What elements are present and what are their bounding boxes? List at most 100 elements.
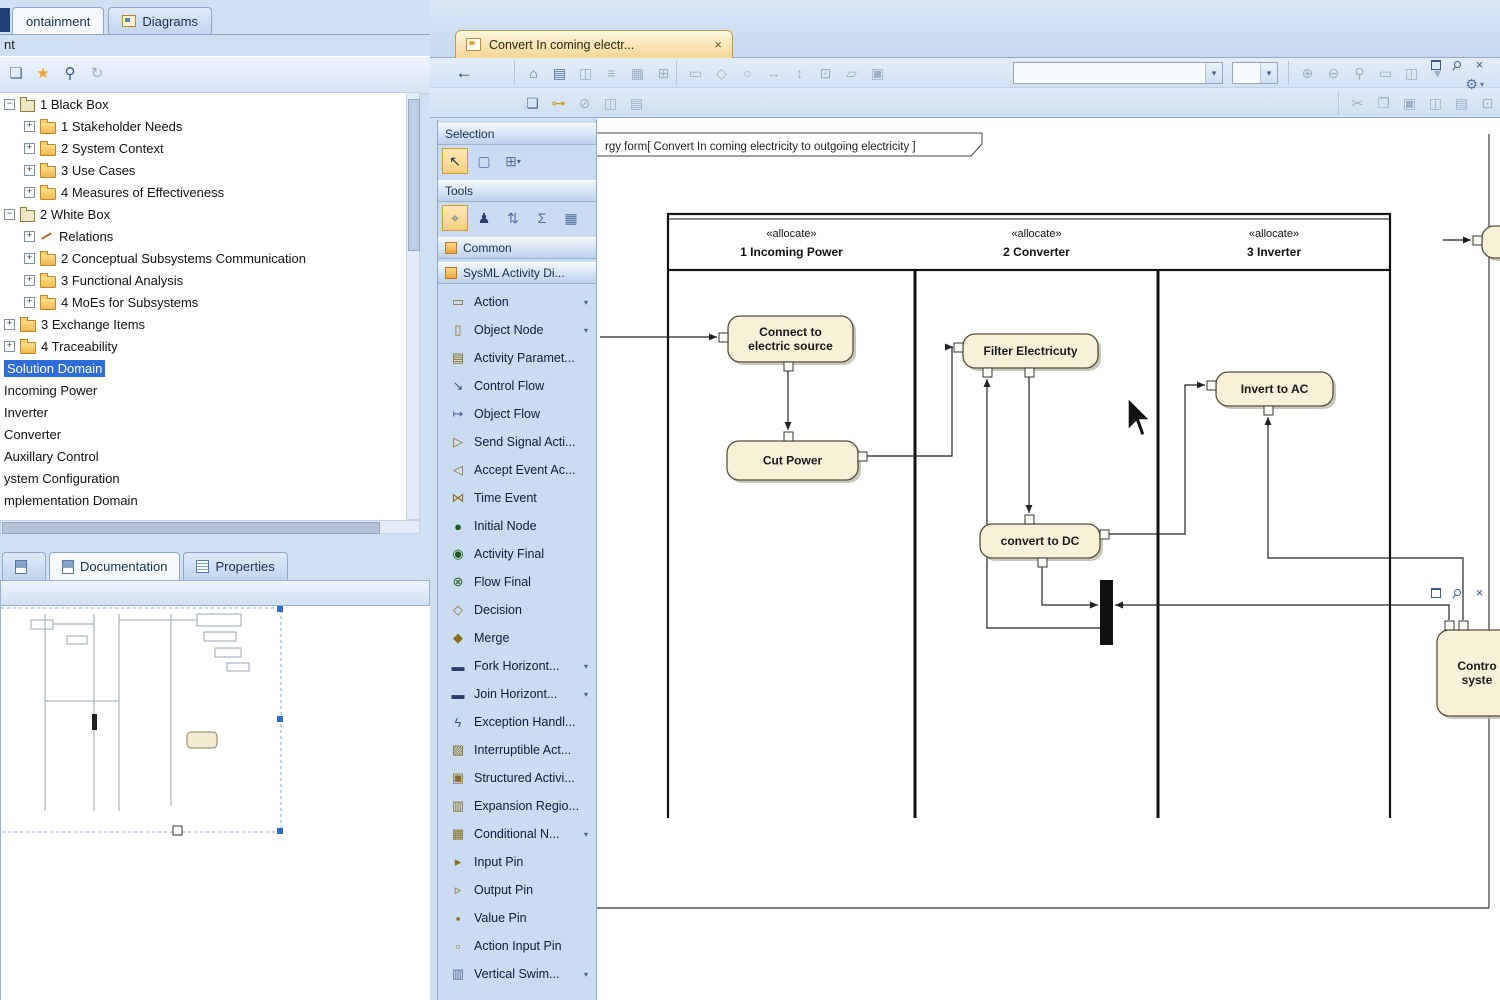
expander-icon[interactable]: + bbox=[24, 297, 35, 308]
pin-connect-bottom[interactable] bbox=[784, 362, 793, 371]
copy-button[interactable]: ❐ bbox=[1372, 92, 1395, 115]
control-flow-convert-to-join[interactable] bbox=[1042, 567, 1098, 605]
expander-icon[interactable]: + bbox=[24, 187, 35, 198]
palette-item-output-pin[interactable]: ▹ Output Pin bbox=[438, 876, 596, 904]
palette-item-expansion-region[interactable]: ▥ Expansion Regio... bbox=[438, 792, 596, 820]
close-panel-icon[interactable]: × bbox=[1473, 58, 1486, 71]
windows-button[interactable]: ◫ bbox=[1400, 62, 1423, 85]
tab-documentation[interactable]: Documentation bbox=[49, 552, 180, 580]
toolbar-button-shape-circle[interactable]: ○ bbox=[736, 62, 759, 85]
chevron-down-icon[interactable]: ▾ bbox=[517, 157, 521, 166]
tree-item[interactable]: Converter bbox=[0, 423, 406, 445]
scrollbar-thumb[interactable] bbox=[2, 522, 380, 534]
chevron-down-icon[interactable]: ▾ bbox=[584, 690, 590, 699]
tree-item[interactable]: Auxillary Control bbox=[0, 445, 406, 467]
expander-icon[interactable]: − bbox=[4, 209, 15, 220]
toolbar-button-resize-v[interactable]: ↕ bbox=[788, 62, 811, 85]
palette-section-sysml-activity[interactable]: SysML Activity Di... bbox=[438, 262, 596, 284]
action-partial-top-right[interactable] bbox=[1482, 226, 1500, 258]
chevron-down-icon[interactable]: ▾ bbox=[584, 830, 590, 839]
style-combo[interactable]: ▾ bbox=[1013, 62, 1223, 84]
pin-connect-left[interactable] bbox=[719, 333, 728, 342]
pin-control-top-a[interactable] bbox=[1445, 621, 1454, 630]
toolbar-button-home[interactable]: ⌂ bbox=[522, 62, 545, 85]
chevron-down-icon[interactable]: ▾ bbox=[584, 970, 590, 979]
chevron-down-icon[interactable]: ▾ bbox=[1205, 63, 1222, 83]
toolbar-button-rows[interactable]: ≡ bbox=[600, 62, 623, 85]
tree-item[interactable]: + Relations bbox=[0, 225, 406, 247]
palette-item-action-input-pin[interactable]: ▫ Action Input Pin bbox=[438, 932, 596, 960]
float-panel-icon[interactable] bbox=[1429, 58, 1442, 71]
tree-item[interactable]: + 4 Measures of Effectiveness bbox=[0, 181, 406, 203]
palette-item-activity-parameter[interactable]: ▤ Activity Paramet... bbox=[438, 344, 596, 372]
open-new-window-button[interactable]: ❏ bbox=[4, 61, 28, 85]
pin-convert-right[interactable] bbox=[1100, 530, 1109, 539]
find-in-diagram-button[interactable]: ❏ bbox=[521, 92, 544, 115]
overview-panel-body[interactable] bbox=[0, 606, 430, 1000]
paste-button[interactable]: ▣ bbox=[1398, 92, 1421, 115]
control-flow-cut-power-to-filter[interactable] bbox=[867, 347, 953, 456]
toolbar-button-parallelogram[interactable]: ▱ bbox=[840, 62, 863, 85]
toolbar-button-shape-rect[interactable]: ▭ bbox=[684, 62, 707, 85]
tree-item[interactable]: + 3 Use Cases bbox=[0, 159, 406, 181]
sticky-tool[interactable]: ⌖ bbox=[442, 205, 468, 231]
palette-item-fork-horizontal[interactable]: ▬ Fork Horizont... ▾ bbox=[438, 652, 596, 680]
zoom-select-tool[interactable]: ⊞ ▾ bbox=[500, 148, 526, 174]
palette-item-input-pin[interactable]: ▸ Input Pin bbox=[438, 848, 596, 876]
palette-item-conditional-node[interactable]: ▦ Conditional N... ▾ bbox=[438, 820, 596, 848]
text-tool[interactable]: Σ bbox=[529, 205, 555, 231]
pin-panel-icon[interactable] bbox=[1451, 58, 1464, 71]
tab-containment[interactable]: ontainment bbox=[12, 7, 104, 34]
tab-diagrams[interactable]: Diagrams bbox=[108, 7, 212, 34]
palette-item-join-horizontal[interactable]: ▬ Join Horizont... ▾ bbox=[438, 680, 596, 708]
float-panel-icon[interactable] bbox=[1429, 586, 1442, 599]
toolbar-button-table[interactable]: ▦ bbox=[626, 62, 649, 85]
expander-icon[interactable]: + bbox=[24, 165, 35, 176]
chevron-down-icon[interactable]: ▾ bbox=[584, 298, 590, 307]
chevron-down-icon[interactable]: ▾ bbox=[584, 662, 590, 671]
diagram-tab-convert[interactable]: Convert In coming electr... × bbox=[455, 30, 733, 58]
toolbar-button-shape-diamond[interactable]: ◇ bbox=[710, 62, 733, 85]
diagram-canvas[interactable]: rgy form[ Convert In coming electricity … bbox=[597, 118, 1500, 1000]
tree-item[interactable]: + 3 Exchange Items bbox=[0, 313, 406, 335]
join-node-bar[interactable] bbox=[1100, 580, 1113, 645]
toolbar-button-resize-h[interactable]: ↔ bbox=[762, 62, 785, 85]
palette-item-structured-activity[interactable]: ▣ Structured Activi... bbox=[438, 764, 596, 792]
report-button[interactable]: ▤ bbox=[1450, 92, 1473, 115]
pin-cutpower-top[interactable] bbox=[784, 432, 793, 441]
toolbar-button-add[interactable]: ⊞ bbox=[652, 62, 675, 85]
zoom-search-button[interactable]: ⚲ bbox=[1348, 62, 1371, 85]
palette-item-vertical-swimlane[interactable]: ▥ Vertical Swim... ▾ bbox=[438, 960, 596, 988]
expander-icon[interactable]: − bbox=[4, 99, 15, 110]
close-tab-icon[interactable]: × bbox=[714, 37, 722, 52]
activity-diagram-svg[interactable]: rgy form[ Convert In coming electricity … bbox=[597, 118, 1500, 1000]
expander-icon[interactable]: + bbox=[24, 231, 35, 242]
swap-tool[interactable]: ⇅ bbox=[500, 205, 526, 231]
expander-icon[interactable]: + bbox=[24, 143, 35, 154]
chevron-down-icon[interactable]: ▾ bbox=[1260, 63, 1277, 83]
tree-item[interactable]: + 2 System Context bbox=[0, 137, 406, 159]
tree-item[interactable]: + 4 MoEs for Subsystems bbox=[0, 291, 406, 313]
search-button[interactable]: ⚲ bbox=[58, 61, 82, 85]
table-tool[interactable]: ▦ bbox=[558, 205, 584, 231]
control-flow-join-to-filter[interactable] bbox=[987, 379, 1100, 628]
tree-item[interactable]: + 2 Conceptual Subsystems Communication bbox=[0, 247, 406, 269]
disabled-mode-button[interactable]: ⊘ bbox=[573, 92, 596, 115]
palette-item-interruptible[interactable]: ▨ Interruptible Act... bbox=[438, 736, 596, 764]
palette-item-merge[interactable]: ◆ Merge bbox=[438, 624, 596, 652]
toolbar-button-grid[interactable]: ◫ bbox=[574, 62, 597, 85]
tree-item[interactable]: mplementation Domain bbox=[0, 489, 406, 511]
scrollbar-thumb[interactable] bbox=[408, 99, 420, 251]
marquee-tool[interactable]: ▢ bbox=[471, 148, 497, 174]
grid-snap-button[interactable]: ⊡ bbox=[1476, 92, 1499, 115]
pin-convert-top[interactable] bbox=[1025, 515, 1034, 524]
tree-item[interactable]: + 4 Traceability bbox=[0, 335, 406, 357]
selection-handle-bottom[interactable] bbox=[173, 826, 182, 835]
pin-invert-bottom[interactable] bbox=[1264, 406, 1273, 415]
pin-invert-left[interactable] bbox=[1207, 381, 1216, 390]
overview-selection-rect[interactable] bbox=[1, 608, 281, 832]
palette-item-initial-node[interactable]: ● Initial Node bbox=[438, 512, 596, 540]
palette-item-exception-handler[interactable]: ϟ Exception Handl... bbox=[438, 708, 596, 736]
close-panel-icon[interactable]: × bbox=[1473, 586, 1486, 599]
tab-mini[interactable] bbox=[2, 552, 46, 580]
